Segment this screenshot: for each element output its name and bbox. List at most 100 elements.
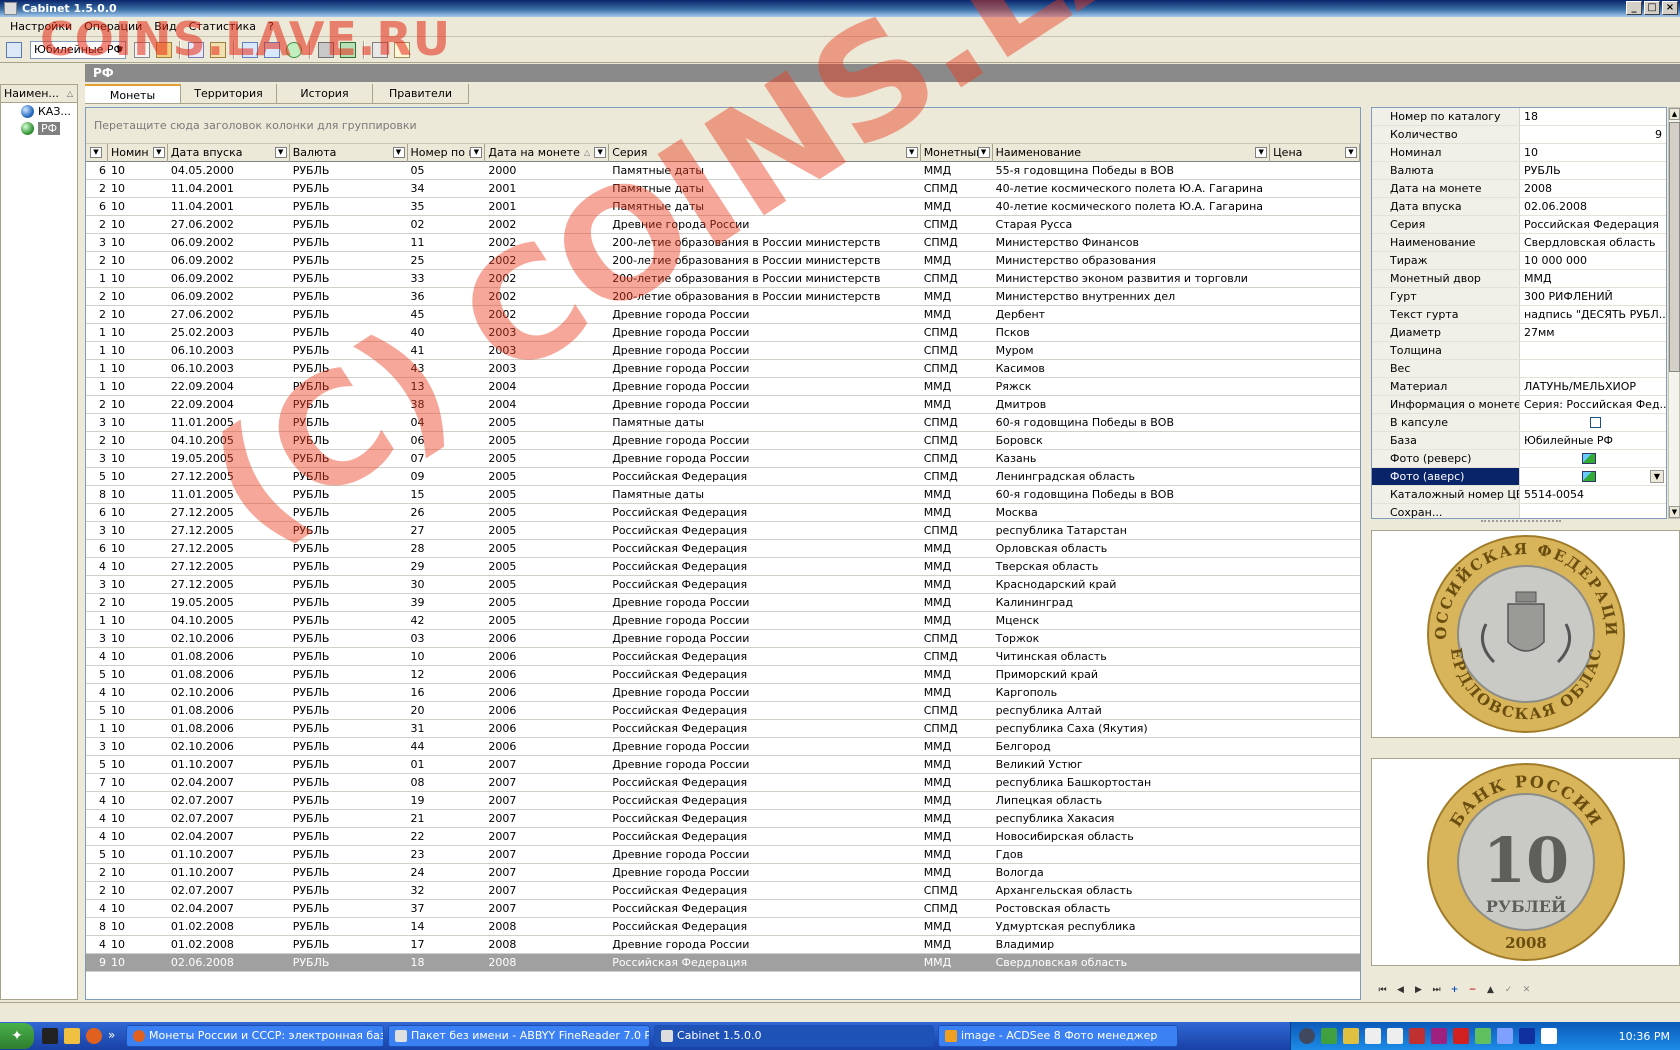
property-row[interactable]: Фото (реверс) [1372, 450, 1666, 468]
property-row[interactable]: Гурт 300 РИФЛЕНИЙ [1372, 288, 1666, 306]
property-value[interactable] [1520, 342, 1666, 359]
column-header-price[interactable]: Цена ▼ [1270, 144, 1360, 162]
tray-icon[interactable] [1387, 1028, 1403, 1044]
prev-record-icon[interactable]: ◀ [1393, 984, 1408, 998]
column-header-count[interactable]: ▼ [86, 144, 108, 162]
table-row[interactable]: 1 10 01.08.2006 РУБЛЬ 31 2006 Российская Федер… [86, 720, 1360, 738]
filter-dropdown-icon[interactable]: ▼ [152, 147, 165, 158]
property-value[interactable]: 18 [1520, 108, 1666, 125]
scroll-up-icon[interactable]: ▲ [1669, 108, 1680, 120]
filter-dropdown-icon[interactable]: ▼ [274, 147, 287, 158]
firefox-icon[interactable] [86, 1028, 102, 1044]
property-value[interactable]: 5514-0054 [1520, 486, 1666, 503]
tray-icon[interactable] [1519, 1028, 1535, 1044]
table-row[interactable]: 2 10 11.04.2001 РУБЛЬ 34 2001 Памятные даты СПМ… [86, 180, 1360, 198]
first-record-icon[interactable]: ⏮ [1375, 984, 1390, 998]
table-row[interactable]: 2 10 27.06.2002 РУБЛЬ 45 2002 Древние города Р… [86, 306, 1360, 324]
property-value[interactable]: 10 000 000 [1520, 252, 1666, 269]
table-row[interactable]: 5 10 27.12.2005 РУБЛЬ 09 2005 Российская Федер… [86, 468, 1360, 486]
last-record-icon[interactable]: ⏭ [1429, 984, 1444, 998]
tree-item-rf[interactable]: РФ [1, 120, 77, 137]
property-row[interactable]: Номинал 10 [1372, 144, 1666, 162]
filter-dropdown-icon[interactable]: ▼ [594, 147, 607, 158]
grid-view-icon[interactable] [6, 42, 22, 58]
property-row[interactable]: Текст гурта надпись "ДЕСЯТЬ РУБЛ... [1372, 306, 1666, 324]
panel-splitter[interactable] [1481, 520, 1561, 526]
property-value[interactable]: ЛАТУНЬ/МЕЛЬХИОР [1520, 378, 1666, 395]
filter-dropdown-icon[interactable]: ▼ [1255, 147, 1268, 158]
property-value[interactable]: 02.06.2008 [1520, 198, 1666, 215]
chevron-down-icon[interactable]: ▼ [1650, 470, 1664, 483]
column-header-catalog-number[interactable]: Номер по к ▼ [408, 144, 486, 162]
table-row[interactable]: 1 10 22.09.2004 РУБЛЬ 13 2004 Древние города Р… [86, 378, 1360, 396]
property-scrollbar[interactable]: ▲ ▼ [1668, 107, 1680, 519]
property-row[interactable]: Фото (аверс) ▼ [1372, 468, 1666, 486]
minimize-button[interactable]: _ [1626, 1, 1642, 15]
property-row[interactable]: Вес [1372, 360, 1666, 378]
property-row[interactable]: Валюта РУБЛЬ [1372, 162, 1666, 180]
property-value[interactable]: 27мм [1520, 324, 1666, 341]
more-chevron-icon[interactable]: » [108, 1028, 116, 1044]
close-button[interactable]: × [1662, 1, 1678, 15]
filter-dropdown-icon[interactable]: ▼ [905, 147, 918, 158]
table-row[interactable]: 2 10 22.09.2004 РУБЛЬ 38 2004 Древние города Р… [86, 396, 1360, 414]
table-row[interactable]: 4 10 02.07.2007 РУБЛЬ 21 2007 Российская Федер… [86, 810, 1360, 828]
scroll-thumb[interactable] [1669, 122, 1680, 372]
property-row[interactable]: Толщина [1372, 342, 1666, 360]
tray-icon[interactable] [1409, 1028, 1425, 1044]
table-row[interactable]: 4 10 02.04.2007 РУБЛЬ 37 2007 Российская Федер… [86, 900, 1360, 918]
property-row[interactable]: Тираж 10 000 000 [1372, 252, 1666, 270]
table-row[interactable]: 2 10 02.07.2007 РУБЛЬ 32 2007 Российская Федер… [86, 882, 1360, 900]
tray-icon[interactable] [1497, 1028, 1513, 1044]
property-value[interactable]: 10 [1520, 144, 1666, 161]
table-row[interactable]: 6 10 11.04.2001 РУБЛЬ 35 2001 Памятные даты ММД… [86, 198, 1360, 216]
scroll-down-icon[interactable]: ▼ [1669, 506, 1680, 518]
table-row[interactable]: 4 10 02.10.2006 РУБЛЬ 16 2006 Древние города Р… [86, 684, 1360, 702]
tray-icon[interactable] [1321, 1028, 1337, 1044]
column-header-coin-date[interactable]: Дата на монете △ ▼ [485, 144, 610, 162]
tab-history[interactable]: История [277, 84, 373, 104]
property-row[interactable]: Наименование Свердловская область [1372, 234, 1666, 252]
post-record-icon[interactable]: ✓ [1501, 984, 1516, 998]
table-row[interactable]: 6 10 27.12.2005 РУБЛЬ 26 2005 Российская Федер… [86, 504, 1360, 522]
property-row[interactable]: Дата на монете 2008 [1372, 180, 1666, 198]
property-value[interactable]: 2008 [1520, 180, 1666, 197]
tray-icon[interactable] [1453, 1028, 1469, 1044]
property-value[interactable]: Серия: Российская Фед... [1520, 396, 1666, 413]
property-row[interactable]: Материал ЛАТУНЬ/МЕЛЬХИОР [1372, 378, 1666, 396]
task-cabinet[interactable]: Cabinet 1.5.0.0 [654, 1025, 934, 1047]
column-header-series[interactable]: Серия ▼ [609, 144, 921, 162]
table-row[interactable]: 3 10 02.10.2006 РУБЛЬ 03 2006 Древние города Р… [86, 630, 1360, 648]
property-value[interactable]: Свердловская область [1520, 234, 1666, 251]
property-row[interactable]: Диаметр 27мм [1372, 324, 1666, 342]
property-value[interactable]: Российская Федерация [1520, 216, 1666, 233]
column-header-name[interactable]: Наименование ▼ [993, 144, 1271, 162]
tab-coins[interactable]: Монеты [85, 84, 181, 104]
task-acdsee[interactable]: image - ACDSee 8 Фото менеджер [938, 1025, 1178, 1047]
tab-territory[interactable]: Территория [181, 84, 277, 104]
task-coins-db[interactable]: Монеты России и СССР: электронная база к… [126, 1025, 384, 1047]
table-row[interactable]: 2 10 04.10.2005 РУБЛЬ 06 2005 Древние города Р… [86, 432, 1360, 450]
property-value[interactable] [1520, 360, 1666, 377]
table-row[interactable]: 2 10 06.09.2002 РУБЛЬ 25 2002 200-летие образо… [86, 252, 1360, 270]
table-row[interactable]: 6 10 04.05.2000 РУБЛЬ 05 2000 Памятные даты ММД… [86, 162, 1360, 180]
property-row[interactable]: База Юбилейные РФ [1372, 432, 1666, 450]
property-value[interactable]: ММД [1520, 270, 1666, 287]
column-header-nominal[interactable]: Номин ▼ [108, 144, 168, 162]
capsule-checkbox[interactable] [1590, 417, 1601, 428]
table-row[interactable]: 5 10 01.10.2007 РУБЛЬ 01 2007 Древние города Р… [86, 756, 1360, 774]
table-row[interactable]: 4 10 27.12.2005 РУБЛЬ 29 2005 Российская Федер… [86, 558, 1360, 576]
property-value[interactable] [1520, 504, 1666, 518]
table-row[interactable]: 1 10 06.10.2003 РУБЛЬ 43 2003 Древние города Р… [86, 360, 1360, 378]
property-row[interactable]: Серия Российская Федерация [1372, 216, 1666, 234]
photo-icon[interactable] [1582, 471, 1596, 482]
tray-icon[interactable] [1299, 1028, 1315, 1044]
property-value[interactable] [1520, 450, 1666, 467]
tab-rulers[interactable]: Правители [373, 84, 469, 104]
property-row[interactable]: Количество 9 [1372, 126, 1666, 144]
cancel-record-icon[interactable]: ✕ [1519, 984, 1534, 998]
property-value[interactable]: РУБЛЬ [1520, 162, 1666, 179]
table-row[interactable]: 2 10 01.10.2007 РУБЛЬ 24 2007 Древние города Р… [86, 864, 1360, 882]
task-finereader[interactable]: Пакет без имени - ABBYY FineReader 7.0 P… [388, 1025, 650, 1047]
table-row[interactable]: 7 10 02.04.2007 РУБЛЬ 08 2007 Российская Федер… [86, 774, 1360, 792]
